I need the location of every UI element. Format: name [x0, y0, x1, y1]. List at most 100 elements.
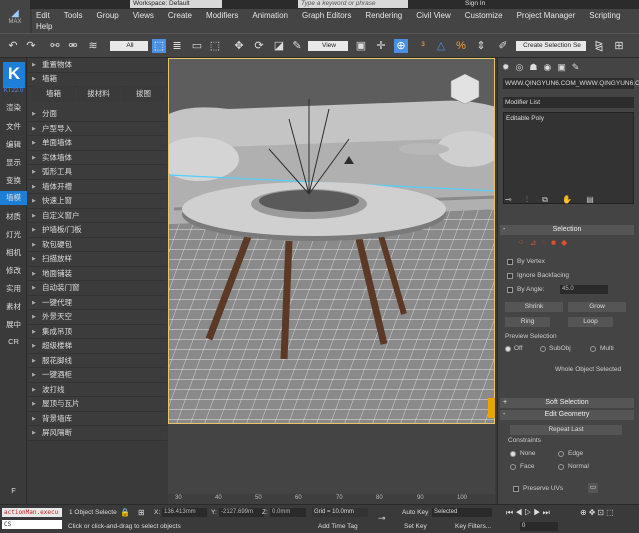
menu-create[interactable]: Create [168, 11, 192, 20]
preserve-uvs-settings-icon[interactable]: ▭ [588, 483, 598, 493]
cat-cr[interactable]: CR [0, 337, 27, 346]
link-icon[interactable]: ⚯ [48, 39, 62, 53]
soft-selection-rollout-header[interactable]: Soft Selection [500, 398, 634, 408]
plugin-item[interactable]: 软包硬包 [28, 238, 167, 252]
window-crossing-icon[interactable]: ⬚ [208, 39, 222, 53]
menu-graph-editors[interactable]: Graph Editors [302, 11, 351, 20]
menu-scripting[interactable]: Scripting [589, 11, 620, 20]
panel-tabs[interactable]: ✹◎☗◉▣✎ [502, 62, 636, 74]
menu-edit[interactable]: Edit [36, 11, 50, 20]
plugin-item[interactable]: 一键酒柜 [28, 368, 167, 383]
maxscript-listener[interactable]: actionMan.execu [2, 508, 62, 517]
percent-snap-icon[interactable]: % [454, 39, 468, 53]
menu-modifiers[interactable]: Modifiers [206, 11, 238, 20]
plugin-item[interactable]: 地面铺装 [28, 267, 167, 281]
absolute-mode-icon[interactable]: ⊞ [138, 508, 145, 517]
sign-in-link[interactable]: Sign In [465, 0, 485, 7]
z-coordinate-field[interactable]: 0.0mm [270, 508, 306, 517]
select-object-icon[interactable]: ⬚ [152, 39, 166, 53]
subtab-wall-box[interactable]: 墙箱 [32, 86, 75, 102]
workspace-dropdown[interactable]: Workspace: Default [130, 0, 222, 8]
cat-wall-model[interactable]: 墙模 [0, 191, 27, 205]
ring-button[interactable]: Ring [505, 317, 550, 327]
plugin-item[interactable]: 弧形工具 [28, 165, 167, 180]
cat-file[interactable]: 文件 [0, 121, 27, 132]
snap-icon[interactable]: ³ [416, 39, 430, 53]
menu-group[interactable]: Group [96, 11, 118, 20]
constraint-normal-radio[interactable] [558, 464, 564, 470]
angle-value-field[interactable]: 45.0 [560, 285, 608, 294]
plugin-item[interactable]: 护墙板/门板 [28, 223, 167, 238]
unlink-icon[interactable]: ⚮ [66, 39, 80, 53]
loop-button[interactable]: Loop [568, 317, 613, 327]
plugin-item[interactable]: 单面墙体 [28, 136, 167, 151]
plugin-item[interactable]: 屏风隔断 [28, 426, 167, 441]
scale-icon[interactable]: ◪ [272, 39, 286, 53]
grow-button[interactable]: Grow [568, 302, 626, 312]
stack-tools[interactable]: ⊸ ⫶ ⧉ ✋ ▤ [505, 195, 633, 205]
frame-ruler[interactable]: 30 40 50 60 70 80 90 100 [168, 494, 495, 504]
app-logo[interactable]: ◢ MAX [0, 0, 30, 33]
preview-off-radio[interactable] [505, 346, 511, 352]
menu-civil-view[interactable]: Civil View [416, 11, 451, 20]
by-angle-checkbox[interactable] [507, 287, 513, 293]
named-selection-dropdown[interactable]: Create Selection Se [516, 41, 586, 51]
select-manipulate-icon[interactable]: ✛ [374, 39, 388, 53]
cat-exhibit[interactable]: 展中 [0, 319, 27, 330]
subtab-image[interactable]: 拔图 [122, 86, 165, 102]
ignore-backfacing-checkbox[interactable] [507, 273, 513, 279]
subtab-material[interactable]: 拔材料 [77, 86, 120, 102]
bind-space-warp-icon[interactable]: ≋ [86, 39, 100, 53]
constraint-none-radio[interactable] [510, 451, 516, 457]
plugin-item[interactable]: 墙箱 [28, 72, 167, 87]
cat-assets[interactable]: 素材 [0, 301, 27, 312]
by-vertex-checkbox[interactable] [507, 259, 513, 265]
plugin-item[interactable]: 一键代理 [28, 296, 167, 310]
edit-geometry-rollout-header[interactable]: Edit Geometry [500, 410, 634, 420]
plugin-item[interactable]: 屋顶与瓦片 [28, 397, 167, 412]
spinner-snap-icon[interactable]: ⇕ [474, 39, 488, 53]
cat-f[interactable]: F [0, 486, 27, 495]
cat-material[interactable]: 材质 [0, 211, 27, 222]
x-coordinate-field[interactable]: 136.413mm [162, 508, 207, 517]
pivot-icon[interactable]: ▣ [354, 39, 368, 53]
timeline-area[interactable] [168, 424, 495, 494]
playback-controls[interactable]: ⏮◀▷▶⏭ [506, 508, 552, 518]
repeat-last-button[interactable]: Repeat Last [510, 425, 622, 435]
plugin-item[interactable]: 墙体开槽 [28, 180, 167, 194]
stack-item-editable-poly[interactable]: Editable Poly [504, 113, 633, 124]
cat-display[interactable]: 显示 [0, 157, 27, 168]
plugin-item[interactable]: 快速上窗 [28, 194, 167, 209]
subobject-level-icons[interactable]: ⁘⊿◌■◆ [518, 238, 572, 247]
plugin-item[interactable]: 波打线 [28, 383, 167, 397]
plugin-item[interactable]: 扫描放样 [28, 252, 167, 267]
angle-snap-icon[interactable]: △ [434, 39, 448, 53]
region-select-icon[interactable]: ▭ [190, 39, 204, 53]
current-frame-field[interactable]: 0 [520, 522, 558, 531]
key-mode-dropdown[interactable]: Selected [432, 508, 492, 517]
plugin-item[interactable]: 超级楼梯 [28, 339, 167, 354]
lock-selection-icon[interactable]: 🔒 [120, 508, 130, 517]
y-coordinate-field[interactable]: -2127.699m [219, 508, 264, 517]
reference-coord-dropdown[interactable]: View [308, 41, 348, 51]
selection-rollout-header[interactable]: Selection [500, 225, 634, 235]
mirror-icon[interactable]: ⧎ [592, 39, 606, 53]
menu-project-manager[interactable]: Project Manager [517, 11, 576, 20]
plugin-item[interactable]: 分面 [28, 107, 167, 122]
placement-icon[interactable]: ✎ [290, 39, 304, 53]
plugin-item[interactable]: 重置物体 [28, 58, 167, 73]
cat-modify[interactable]: 修改 [0, 265, 27, 276]
plugin-item[interactable]: 外景天空 [28, 310, 167, 325]
cat-light[interactable]: 灯光 [0, 229, 27, 240]
menu-customize[interactable]: Customize [465, 11, 503, 20]
k-logo[interactable]: K [3, 62, 25, 88]
undo-icon[interactable]: ↶ [6, 39, 20, 53]
cat-edit[interactable]: 编辑 [0, 139, 27, 150]
constraint-edge-radio[interactable] [558, 451, 564, 457]
object-name-field[interactable]: WWW.QINGYUN6.COM_WWW.QINGYUN6.COM [503, 78, 639, 89]
select-by-name-icon[interactable]: ≣ [170, 39, 184, 53]
plugin-item[interactable]: 实体墙体 [28, 151, 167, 165]
align-icon[interactable]: ⊞ [612, 39, 626, 53]
cat-render[interactable]: 渲染 [0, 102, 27, 113]
preview-subobj-radio[interactable] [540, 346, 546, 352]
